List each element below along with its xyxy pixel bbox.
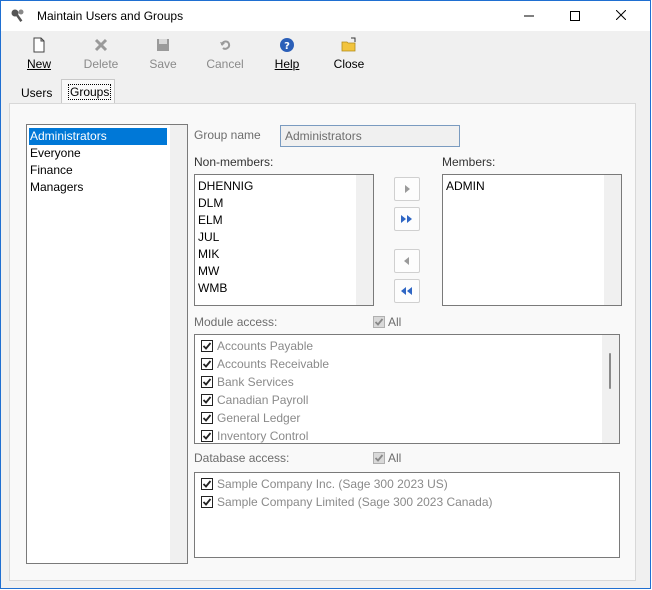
maximize-button[interactable] bbox=[552, 1, 598, 31]
app-icon bbox=[11, 9, 24, 22]
group-list-item[interactable]: Administrators bbox=[29, 128, 167, 145]
list-item[interactable]: MW bbox=[198, 263, 219, 280]
database-all-checkbox[interactable]: All bbox=[373, 451, 401, 465]
add-member-button[interactable] bbox=[394, 177, 420, 201]
title-bar: Maintain Users and Groups bbox=[1, 1, 650, 31]
arrow-right-icon bbox=[405, 185, 410, 193]
group-name-label: Group name bbox=[194, 128, 261, 142]
module-label: Accounts Receivable bbox=[217, 357, 330, 371]
add-all-members-button[interactable] bbox=[394, 207, 420, 231]
maximize-icon bbox=[570, 11, 580, 21]
main-window: Maintain Users and Groups New Delete Sav… bbox=[0, 0, 651, 589]
delete-icon bbox=[94, 38, 108, 52]
cancel-label: Cancel bbox=[206, 57, 244, 71]
list-item[interactable]: WMB bbox=[198, 280, 227, 297]
arrow-left-icon bbox=[404, 257, 409, 265]
group-list[interactable]: Administrators Everyone Finance Managers bbox=[26, 124, 188, 564]
module-label: General Ledger bbox=[217, 411, 301, 425]
tab-groups-label: Groups bbox=[68, 84, 112, 100]
svg-text:?: ? bbox=[284, 41, 290, 52]
list-item[interactable]: DHENNIG bbox=[198, 178, 253, 195]
group-list-item[interactable]: Everyone bbox=[29, 145, 167, 162]
module-access-scrollbar[interactable] bbox=[602, 335, 619, 443]
double-arrow-left-icon bbox=[401, 287, 412, 295]
group-name-field[interactable]: Administrators bbox=[280, 125, 460, 147]
module-label: Canadian Payroll bbox=[217, 393, 309, 407]
module-checkbox[interactable]: General Ledger bbox=[201, 409, 300, 427]
tab-users-label: Users bbox=[21, 86, 53, 100]
database-access-label: Database access: bbox=[194, 451, 290, 465]
module-checkbox[interactable]: Accounts Receivable bbox=[201, 355, 329, 373]
group-list-item[interactable]: Managers bbox=[29, 179, 167, 196]
new-button[interactable]: New bbox=[13, 35, 65, 75]
members-label: Members: bbox=[442, 155, 496, 169]
database-checkbox[interactable]: Sample Company Limited (Sage 300 2023 Ca… bbox=[201, 493, 493, 511]
delete-label: Delete bbox=[83, 57, 119, 71]
database-label: Sample Company Limited (Sage 300 2023 Ca… bbox=[217, 495, 493, 509]
minimize-button[interactable] bbox=[506, 1, 552, 31]
list-item[interactable]: ADMIN bbox=[446, 178, 485, 195]
module-label: Inventory Control bbox=[217, 429, 309, 443]
cancel-button[interactable]: Cancel bbox=[199, 35, 251, 75]
double-arrow-right-icon bbox=[401, 215, 412, 223]
help-label: Help bbox=[274, 57, 300, 71]
groups-panel: Administrators Everyone Finance Managers… bbox=[9, 103, 636, 581]
group-list-item[interactable]: Finance bbox=[29, 162, 167, 179]
module-all-label: All bbox=[388, 315, 402, 329]
module-all-checkbox[interactable]: All bbox=[373, 315, 401, 329]
tab-groups[interactable]: Groups bbox=[61, 79, 115, 103]
cancel-icon bbox=[220, 40, 231, 50]
delete-button[interactable]: Delete bbox=[75, 35, 127, 75]
remove-all-members-button[interactable] bbox=[394, 279, 420, 303]
database-checkbox[interactable]: Sample Company Inc. (Sage 300 2023 US) bbox=[201, 475, 448, 493]
close-icon bbox=[615, 9, 627, 21]
non-members-list[interactable]: DHENNIG DLM ELM JUL MIK MW WMB bbox=[194, 174, 374, 306]
save-button[interactable]: Save bbox=[137, 35, 189, 75]
database-label: Sample Company Inc. (Sage 300 2023 US) bbox=[217, 477, 448, 491]
database-all-label: All bbox=[388, 451, 402, 465]
members-list[interactable]: ADMIN bbox=[442, 174, 622, 306]
module-checkbox[interactable]: Inventory Control bbox=[201, 427, 308, 445]
list-item[interactable]: JUL bbox=[198, 229, 219, 246]
minimize-icon bbox=[524, 15, 534, 17]
scrollbar-thumb[interactable] bbox=[609, 353, 611, 389]
module-access-label: Module access: bbox=[194, 315, 278, 329]
new-icon bbox=[33, 37, 45, 53]
list-item[interactable]: ELM bbox=[198, 212, 223, 229]
module-label: Bank Services bbox=[217, 375, 294, 389]
window-title: Maintain Users and Groups bbox=[37, 9, 184, 23]
members-scrollbar[interactable] bbox=[604, 175, 621, 305]
toolbar: New Delete Save Cancel ? Help Close bbox=[1, 31, 650, 77]
non-members-label: Non-members: bbox=[194, 155, 274, 169]
module-checkbox[interactable]: Canadian Payroll bbox=[201, 391, 308, 409]
checkbox-icon bbox=[373, 316, 385, 328]
module-checkbox[interactable]: Bank Services bbox=[201, 373, 294, 391]
help-button[interactable]: ? Help bbox=[261, 35, 313, 75]
close-label: Close bbox=[333, 57, 365, 71]
save-label: Save bbox=[149, 57, 177, 71]
close-window-button[interactable] bbox=[598, 1, 644, 31]
help-icon: ? bbox=[280, 38, 294, 52]
list-item[interactable]: DLM bbox=[198, 195, 223, 212]
non-members-scrollbar[interactable] bbox=[356, 175, 373, 305]
module-checkbox[interactable]: Accounts Payable bbox=[201, 337, 313, 355]
list-item[interactable]: MIK bbox=[198, 246, 219, 263]
close-folder-icon bbox=[341, 37, 356, 52]
module-access-list[interactable]: Accounts Payable Accounts Receivable Ban… bbox=[194, 334, 620, 444]
module-label: Accounts Payable bbox=[217, 339, 314, 353]
remove-member-button[interactable] bbox=[394, 249, 420, 273]
new-label: New bbox=[26, 57, 51, 71]
database-access-list[interactable]: Sample Company Inc. (Sage 300 2023 US) S… bbox=[194, 472, 620, 558]
group-list-scrollbar[interactable] bbox=[170, 125, 187, 563]
checkbox-icon bbox=[373, 452, 385, 464]
save-icon bbox=[157, 39, 169, 51]
tab-users[interactable]: Users bbox=[15, 81, 59, 105]
close-button[interactable]: Close bbox=[323, 35, 375, 75]
